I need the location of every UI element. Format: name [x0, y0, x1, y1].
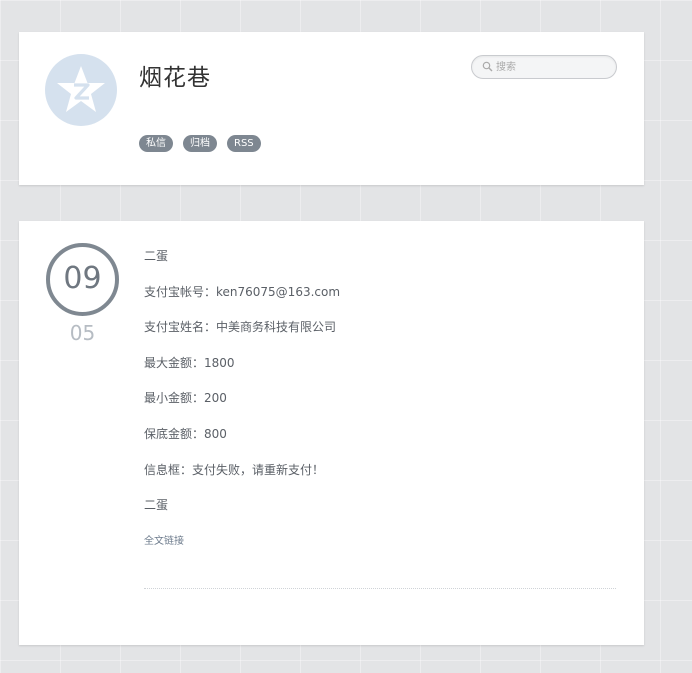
search-icon: [482, 61, 493, 72]
tag-archive[interactable]: 归档: [183, 135, 217, 152]
date-badge: 09: [46, 243, 119, 316]
post-line: 支付宝帐号：ken76075@163.com: [144, 284, 341, 299]
avatar[interactable]: [45, 54, 117, 126]
post-line: 最大金额：1800: [144, 355, 235, 370]
tag-private-message[interactable]: 私信: [139, 135, 173, 152]
post-line: 保底金额：800: [144, 426, 227, 441]
full-text-link[interactable]: 全文链接: [144, 532, 616, 547]
post-content: 二蛋 支付宝帐号：ken76075@163.com 支付宝姓名：中美商务科技有限…: [144, 247, 616, 547]
post-line: 最小金额：200: [144, 391, 227, 406]
post-line: 信息框：支付失败，请重新支付！: [144, 462, 325, 477]
post-month: 05: [69, 321, 96, 345]
site-title[interactable]: 烟花巷: [139, 58, 211, 92]
search-box[interactable]: [471, 55, 617, 79]
blog-header: 烟花巷 私信 归档 RSS: [19, 32, 644, 185]
post-line: 二蛋: [144, 249, 169, 263]
post-line: 二蛋: [144, 498, 169, 513]
qzone-star-icon: [57, 66, 105, 112]
post-day: 09: [63, 261, 102, 296]
nav-tags: 私信 归档 RSS: [139, 135, 261, 152]
tag-rss[interactable]: RSS: [227, 135, 261, 152]
post-card: 09 05 二蛋 支付宝帐号：ken76075@163.com 支付宝姓名：中美…: [19, 221, 644, 645]
divider: [144, 588, 616, 589]
search-input[interactable]: [496, 56, 606, 78]
post-line: 支付宝姓名：中美商务科技有限公司: [144, 320, 337, 335]
